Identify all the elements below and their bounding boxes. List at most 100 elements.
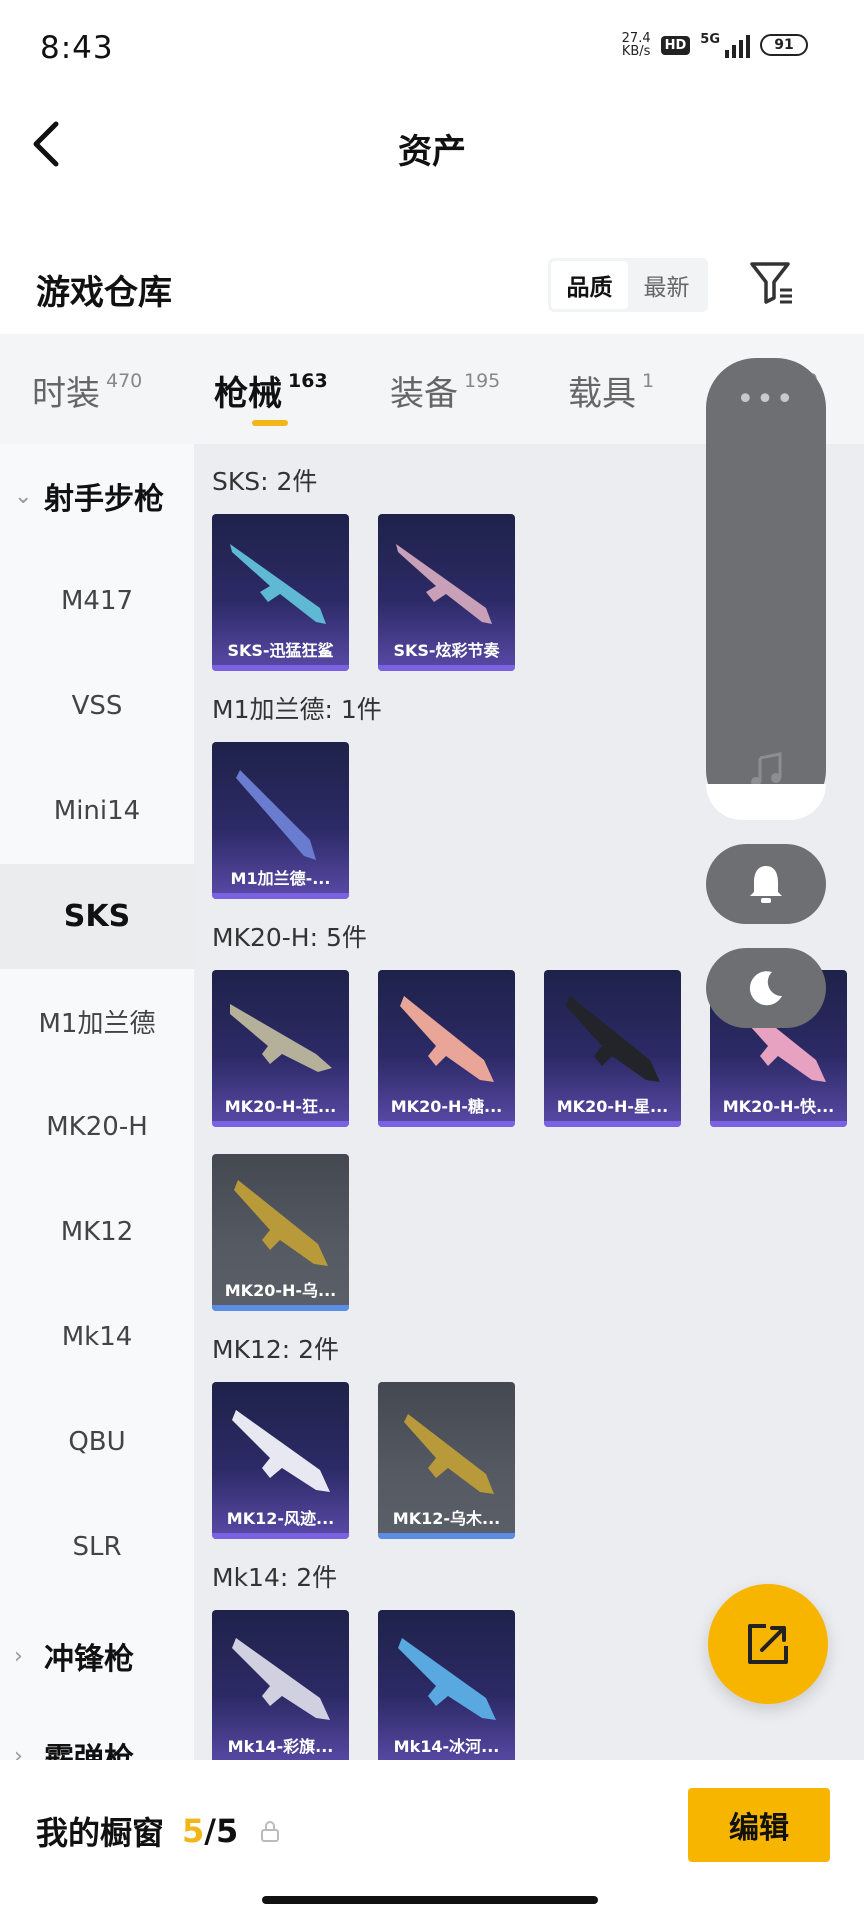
showcase-bar: 我的橱窗 5 / 5 编辑 [0,1760,864,1920]
skin-name: MK20-H-星... [556,1097,669,1116]
share-button[interactable] [708,1584,828,1704]
sidebar-group-shotgun[interactable]: › 霰弹枪 [0,1704,194,1760]
showcase-slash: / [204,1812,216,1850]
showcase-total: 5 [215,1812,239,1850]
tab-count: 1 [642,370,655,392]
sidebar-group-label: 射手步枪 [44,482,164,517]
sidebar-item-mk14[interactable]: Mk14 [0,1284,194,1389]
tab-equipment[interactable]: 装备 195 [390,366,500,415]
moon-icon [749,971,782,1006]
battery-icon: 91 [760,34,808,56]
skin-card[interactable]: SKS-炫彩节奏 [378,514,515,671]
tab-count: 163 [288,370,328,392]
status-icons: 27.4 KB/s HD 5G 91 [622,32,808,58]
warehouse-title: 游戏仓库 [36,273,172,313]
bell-icon [750,866,782,903]
rifle-icon [404,1414,494,1494]
home-indicator[interactable] [262,1896,598,1904]
rarity-bar [378,665,515,671]
sidebar-item-sks[interactable]: SKS [0,864,194,969]
section-title: SKS: 2件 [212,467,318,496]
more-icon[interactable]: ••• [706,382,826,417]
skin-name: MK20-H-糖... [390,1097,503,1116]
tab-weapons[interactable]: 枪械 163 [214,366,328,415]
tab-fashion[interactable]: 时装 470 [32,366,142,415]
active-tab-indicator [252,420,288,426]
showcase-summary: 我的橱窗 5 / 5 [36,1808,280,1854]
skin-name: Mk14-彩旗... [227,1737,334,1756]
tab-label: 时装 [32,374,100,414]
section-title: MK12: 2件 [212,1335,340,1364]
tab-label: 枪械 [214,374,282,414]
sidebar-item-mk20h[interactable]: MK20-H [0,1074,194,1179]
chevron-down-icon: ⌄ [14,483,33,509]
weapon-type-sidebar: ⌄ 射手步枪 M417 VSS Mini14 SKS M1加兰德 MK20-H … [0,444,194,1760]
rifle-icon [236,770,316,860]
skin-card[interactable]: SKS-迅猛狂鲨 [212,514,349,671]
tab-label: 装备 [390,374,458,414]
showcase-count: 5 [182,1812,205,1850]
skin-name: MK12-乌木... [392,1509,501,1528]
sort-toggle: 品质 最新 [548,258,708,312]
chevron-right-icon: › [14,1643,23,1669]
notification-button[interactable] [706,844,826,924]
sidebar-item-m417[interactable]: M417 [0,548,194,653]
net-speed-unit: KB/s [621,44,651,59]
rifle-icon [234,1180,328,1266]
sidebar-item-mini14[interactable]: Mini14 [0,758,194,863]
rarity-bar [710,1121,847,1127]
status-time: 8:43 [40,30,114,66]
sidebar-group-smg[interactable]: › 冲锋枪 [0,1604,194,1708]
page-title: 资产 [398,132,466,172]
sidebar-item-m1-garand[interactable]: M1加兰德 [0,969,194,1074]
skin-name: SKS-炫彩节奏 [393,641,500,660]
sidebar-item-qbu[interactable]: QBU [0,1389,194,1494]
sort-newest-button[interactable]: 最新 [628,261,705,309]
skin-card[interactable]: MK20-H-乌... [212,1154,349,1311]
skin-card[interactable]: M1加兰德-... [212,742,349,899]
rarity-bar [378,1533,515,1539]
skin-name: MK20-H-狂... [224,1097,337,1116]
night-mode-button[interactable] [706,948,826,1028]
skin-card[interactable]: MK12-风迹... [212,1382,349,1539]
sort-quality-button[interactable]: 品质 [551,261,628,309]
sidebar-group-marksman[interactable]: ⌄ 射手步枪 [0,444,194,548]
network-type: 5G [700,32,720,47]
rarity-bar [212,893,349,899]
filter-button[interactable] [748,258,796,308]
skin-card[interactable]: MK20-H-星... [544,970,681,1127]
skin-name: M1加兰德-... [230,869,331,888]
rifle-icon [230,544,326,624]
skin-name: MK20-H-乌... [224,1281,337,1300]
skin-name: SKS-迅猛狂鲨 [227,641,334,660]
tab-label: 载具 [568,374,636,414]
skin-card[interactable]: Mk14-彩旗... [212,1610,349,1760]
rarity-bar [544,1121,681,1127]
sidebar-group-label: 霰弹枪 [44,1742,134,1760]
rifle-icon [400,996,494,1082]
edit-button[interactable]: 编辑 [688,1788,830,1862]
skin-card[interactable]: Mk14-冰河... [378,1610,515,1760]
filter-icon [750,262,792,304]
rifle-icon [232,1638,330,1720]
sidebar-item-mk12[interactable]: MK12 [0,1179,194,1284]
skin-card[interactable]: MK20-H-狂... [212,970,349,1127]
sidebar-item-vss[interactable]: VSS [0,653,194,758]
share-icon [748,1624,788,1664]
chevron-right-icon: › [14,1743,23,1761]
rarity-bar [212,1533,349,1539]
status-bar: 8:43 27.4 KB/s HD 5G 91 [0,0,864,100]
tab-vehicles[interactable]: 载具 1 [568,366,654,415]
panel-handle [706,784,826,820]
hd-icon: HD [660,35,691,55]
skin-name: MK12-风迹... [226,1509,335,1528]
skin-card[interactable]: MK20-H-糖... [378,970,515,1127]
network-speed: 27.4 KB/s [622,32,651,58]
rarity-bar [212,1121,349,1127]
sidebar-item-slr[interactable]: SLR [0,1494,194,1599]
skin-card[interactable]: MK12-乌木... [378,1382,515,1539]
rifle-icon [566,996,660,1082]
signal-icon: 5G [700,32,750,58]
floating-panel[interactable]: ••• [706,358,826,820]
rarity-bar [378,1121,515,1127]
